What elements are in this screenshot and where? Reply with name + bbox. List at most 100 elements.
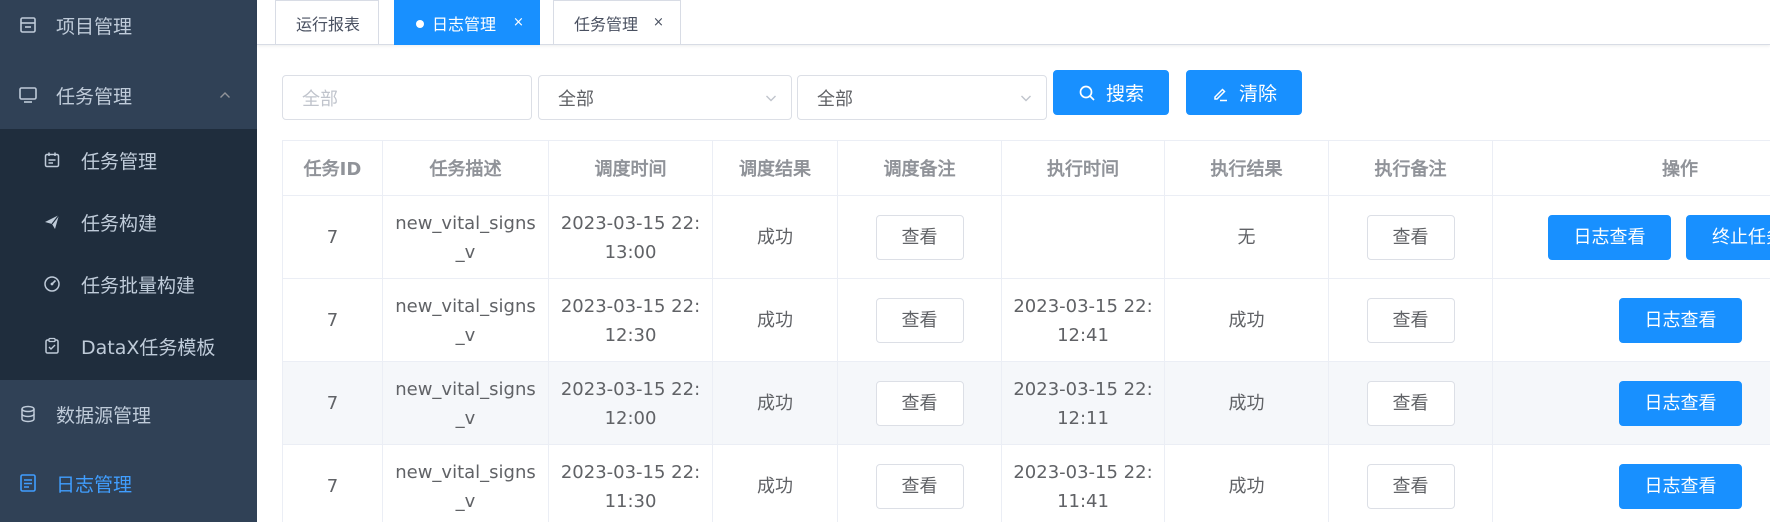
search-icon <box>1079 85 1095 101</box>
cell-handle-result: 成功 <box>1165 362 1329 445</box>
clear-button-label: 清除 <box>1238 83 1277 105</box>
cell-handle-time: 2023-03-15 22:12:11 <box>1002 362 1165 445</box>
input-placeholder: 全部 <box>302 88 338 110</box>
sidebar-subitem-batch-build[interactable]: 任务批量构建 <box>0 253 257 315</box>
cell-handle-time: 2023-03-15 22:12:41 <box>1002 279 1165 362</box>
chevron-down-icon <box>766 95 776 102</box>
view-button[interactable]: 查看 <box>875 298 964 343</box>
cell-handle-msg: 查看 <box>1329 445 1493 522</box>
table-row: 7 new_vital_signs_v 2023-03-15 22:12:30 … <box>283 279 1770 362</box>
cell-job-id: 7 <box>283 279 383 362</box>
log-view-button[interactable]: 日志查看 <box>1548 215 1671 260</box>
stop-task-button[interactable]: 终止任务 <box>1686 215 1770 260</box>
calendar-icon <box>44 152 60 168</box>
table-row: 7 new_vital_signs_v 2023-03-15 22:11:30 … <box>283 445 1770 522</box>
tab-task-management[interactable]: 任务管理 × <box>553 0 681 45</box>
status-select-1[interactable]: 全部 <box>538 75 792 120</box>
log-view-button[interactable]: 日志查看 <box>1619 298 1742 343</box>
sidebar-subitem-label: 任务构建 <box>81 212 158 235</box>
cell-trigger-result: 成功 <box>713 362 838 445</box>
cell-actions: 日志查看 <box>1493 445 1770 522</box>
tab-run-report[interactable]: 运行报表 <box>275 0 379 45</box>
clear-button[interactable]: 清除 <box>1186 70 1302 115</box>
cell-job-id: 7 <box>283 445 383 522</box>
sidebar-item-datasource[interactable]: 数据源管理 <box>0 383 257 445</box>
sidebar-item-project[interactable]: 项目管理 <box>0 0 257 56</box>
database-icon <box>21 405 35 423</box>
cell-job-desc: new_vital_signs_v <box>383 196 549 279</box>
column-header: 调度时间 <box>549 141 713 196</box>
view-button[interactable]: 查看 <box>1366 464 1455 509</box>
cell-job-desc: new_vital_signs_v <box>383 279 549 362</box>
view-button[interactable]: 查看 <box>875 215 964 260</box>
cell-trigger-msg: 查看 <box>838 362 1002 445</box>
column-header: 执行结果 <box>1165 141 1329 196</box>
cell-trigger-time: 2023-03-15 22:11:30 <box>549 445 713 522</box>
close-icon[interactable]: × <box>513 15 524 30</box>
sidebar-subitem-label: 任务管理 <box>81 150 158 173</box>
cell-trigger-result: 成功 <box>713 196 838 279</box>
column-header: 调度结果 <box>713 141 838 196</box>
sidebar: 项目管理 任务管理 任务管理 任务构建 任务批量构建 DataX任务模板 数据源… <box>0 0 257 522</box>
cell-handle-result: 成功 <box>1165 279 1329 362</box>
sidebar-subitem-datax-template[interactable]: DataX任务模板 <box>0 315 257 377</box>
select-value: 全部 <box>558 88 594 110</box>
cell-actions: 日志查看 <box>1493 362 1770 445</box>
document-icon <box>20 474 36 492</box>
chevron-up-icon <box>220 92 230 98</box>
view-button[interactable]: 查看 <box>1366 381 1455 426</box>
cell-actions: 日志查看 终止任务 <box>1493 196 1770 279</box>
cell-handle-msg: 查看 <box>1329 279 1493 362</box>
view-button[interactable]: 查看 <box>1366 298 1455 343</box>
tab-label: 日志管理 <box>432 14 497 34</box>
tags-view-bar: 运行报表 日志管理 × 任务管理 × <box>257 0 1770 45</box>
log-table: 任务ID 任务描述 调度时间 调度结果 调度备注 执行时间 执行结果 执行备注 … <box>282 140 1770 522</box>
cell-job-desc: new_vital_signs_v <box>383 445 549 522</box>
column-header: 任务描述 <box>383 141 549 196</box>
view-button[interactable]: 查看 <box>1366 215 1455 260</box>
log-view-button[interactable]: 日志查看 <box>1619 381 1742 426</box>
cell-trigger-time: 2023-03-15 22:12:30 <box>549 279 713 362</box>
sidebar-item-label: 数据源管理 <box>56 404 152 427</box>
view-button[interactable]: 查看 <box>875 464 964 509</box>
tab-log-management[interactable]: 日志管理 × <box>394 0 540 45</box>
close-icon[interactable]: × <box>653 15 664 30</box>
chevron-down-icon <box>1021 95 1031 102</box>
cell-trigger-result: 成功 <box>713 445 838 522</box>
tab-label: 任务管理 <box>574 14 639 34</box>
edit-icon <box>1214 87 1227 101</box>
sidebar-item-log-management[interactable]: 日志管理 <box>0 452 257 514</box>
column-header: 执行时间 <box>1002 141 1165 196</box>
cell-trigger-result: 成功 <box>713 279 838 362</box>
cell-trigger-msg: 查看 <box>838 196 1002 279</box>
cell-trigger-msg: 查看 <box>838 279 1002 362</box>
clipboard-icon <box>45 337 59 354</box>
cell-trigger-msg: 查看 <box>838 445 1002 522</box>
cell-handle-result: 无 <box>1165 196 1329 279</box>
status-select-2[interactable]: 全部 <box>797 75 1047 120</box>
column-header: 调度备注 <box>838 141 1002 196</box>
sidebar-item-label: 项目管理 <box>56 15 133 38</box>
cell-handle-msg: 查看 <box>1329 196 1493 279</box>
cell-handle-time: 2023-03-15 22:11:41 <box>1002 445 1165 522</box>
sidebar-subitem-task-management[interactable]: 任务管理 <box>0 129 257 191</box>
sidebar-item-label: 日志管理 <box>56 473 133 496</box>
log-view-button[interactable]: 日志查看 <box>1619 464 1742 509</box>
cell-handle-msg: 查看 <box>1329 362 1493 445</box>
dashboard-icon <box>44 276 60 292</box>
select-value: 全部 <box>817 88 853 110</box>
project-icon <box>20 17 36 33</box>
cell-handle-time <box>1002 196 1165 279</box>
sidebar-subitem-label: 任务批量构建 <box>81 274 196 297</box>
cell-job-desc: new_vital_signs_v <box>383 362 549 445</box>
table-row: 7 new_vital_signs_v 2023-03-15 22:12:00 … <box>283 362 1770 445</box>
view-button[interactable]: 查看 <box>875 381 964 426</box>
cell-handle-result: 成功 <box>1165 445 1329 522</box>
search-button[interactable]: 搜索 <box>1053 70 1169 115</box>
active-dot-icon <box>416 20 424 28</box>
job-filter-input[interactable]: 全部 <box>282 75 532 120</box>
sidebar-item-label: 任务管理 <box>56 85 133 108</box>
cell-trigger-time: 2023-03-15 22:13:00 <box>549 196 713 279</box>
sidebar-subitem-task-build[interactable]: 任务构建 <box>0 191 257 253</box>
sidebar-item-task-management[interactable]: 任务管理 <box>0 64 257 126</box>
